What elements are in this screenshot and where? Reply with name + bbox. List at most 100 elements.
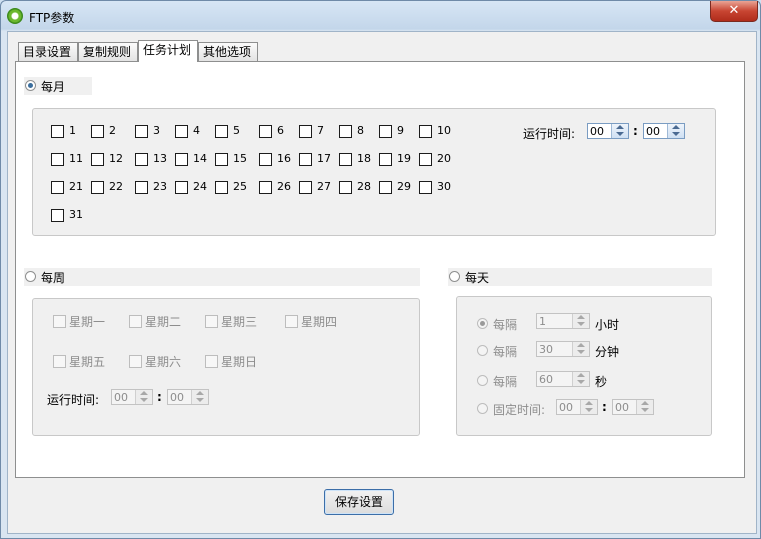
day-9-checkbox[interactable] (379, 125, 392, 138)
tab-directory-settings[interactable]: 目录设置 (18, 42, 78, 61)
day-16-checkbox[interactable] (259, 153, 272, 166)
day-21-label: 21 (69, 180, 83, 193)
daily-seconds-unit: 秒 (595, 375, 608, 389)
day-11-label: 11 (69, 152, 83, 165)
day-27-checkbox[interactable] (299, 181, 312, 194)
day-1-checkbox[interactable] (51, 125, 64, 138)
day-18-checkbox[interactable] (339, 153, 352, 166)
day-19-checkbox[interactable] (379, 153, 392, 166)
day-20-checkbox[interactable] (419, 153, 432, 166)
daily-seconds-arrows[interactable] (572, 372, 589, 386)
app-icon (7, 8, 23, 24)
day-2-checkbox[interactable] (91, 125, 104, 138)
day-18-label: 18 (357, 152, 371, 165)
monthly-group: 1 2 3 4 5 6 7 8 9 10 11 12 13 14 15 16 17 18 19 20 21 22 23 24 2… (32, 108, 716, 236)
weekday-1-checkbox[interactable] (53, 315, 66, 328)
daily-fixed-hour-value[interactable]: 00 (559, 401, 573, 414)
day-25-checkbox[interactable] (215, 181, 228, 194)
day-29-checkbox[interactable] (379, 181, 392, 194)
save-settings-button[interactable]: 保存设置 (324, 489, 394, 515)
weekly-minute-spinner[interactable]: 00 (167, 389, 209, 405)
weekday-7-checkbox[interactable] (205, 355, 218, 368)
tab-copy-rules[interactable]: 复制规则 (78, 42, 138, 61)
weekday-2-checkbox[interactable] (129, 315, 142, 328)
day-8-checkbox[interactable] (339, 125, 352, 138)
tab-task-schedule[interactable]: 任务计划 (138, 40, 198, 62)
weekly-hour-arrows[interactable] (135, 390, 152, 404)
day-4-label: 4 (193, 124, 200, 137)
weekday-6-checkbox[interactable] (129, 355, 142, 368)
day-12-checkbox[interactable] (91, 153, 104, 166)
weekly-header: 每周 (24, 268, 420, 286)
daily-radio[interactable] (449, 271, 460, 282)
weekly-hour-spinner[interactable]: 00 (111, 389, 153, 405)
title-bar[interactable]: FTP参数 ✕ (1, 1, 760, 31)
day-23-checkbox[interactable] (135, 181, 148, 194)
weekly-radio[interactable] (25, 271, 36, 282)
daily-every-seconds-radio[interactable] (477, 375, 488, 386)
weekday-5-label: 星期五 (69, 355, 106, 369)
day-16-label: 16 (277, 152, 291, 165)
weekday-5-checkbox[interactable] (53, 355, 66, 368)
close-button[interactable]: ✕ (710, 1, 758, 22)
daily-fixed-hour-spinner[interactable]: 00 (556, 399, 598, 415)
day-8-label: 8 (357, 124, 364, 137)
day-14-checkbox[interactable] (175, 153, 188, 166)
daily-every-minutes-radio[interactable] (477, 345, 488, 356)
weekday-4-checkbox[interactable] (285, 315, 298, 328)
monthly-run-time-label: 运行时间: (523, 127, 576, 141)
daily-fixed-hour-arrows[interactable] (580, 400, 597, 414)
daily-minutes-value[interactable]: 30 (539, 343, 553, 356)
day-26-checkbox[interactable] (259, 181, 272, 194)
day-21-checkbox[interactable] (51, 181, 64, 194)
weekly-minute-value[interactable]: 00 (170, 391, 184, 404)
monthly-hour-arrows[interactable] (611, 124, 628, 138)
weekly-hour-value[interactable]: 00 (114, 391, 128, 404)
weekday-3-checkbox[interactable] (205, 315, 218, 328)
monthly-hour-value[interactable]: 00 (590, 125, 604, 138)
monthly-hour-spinner[interactable]: 00 (587, 123, 629, 139)
daily-fixed-time-radio[interactable] (477, 403, 488, 414)
day-7-checkbox[interactable] (299, 125, 312, 138)
monthly-label: 每月 (41, 80, 66, 94)
day-13-checkbox[interactable] (135, 153, 148, 166)
day-17-checkbox[interactable] (299, 153, 312, 166)
day-31-checkbox[interactable] (51, 209, 64, 222)
day-3-checkbox[interactable] (135, 125, 148, 138)
day-10-checkbox[interactable] (419, 125, 432, 138)
daily-fixed-minute-arrows[interactable] (636, 400, 653, 414)
day-29-label: 29 (397, 180, 411, 193)
daily-every-minutes-label: 每隔 (493, 345, 518, 359)
monthly-minute-arrows[interactable] (667, 124, 684, 138)
daily-seconds-spinner[interactable]: 60 (536, 371, 590, 387)
day-4-checkbox[interactable] (175, 125, 188, 138)
weekly-time-colon: : (157, 390, 162, 404)
weekly-minute-arrows[interactable] (191, 390, 208, 404)
day-1-label: 1 (69, 124, 76, 137)
day-11-checkbox[interactable] (51, 153, 64, 166)
weekday-7-label: 星期日 (221, 355, 258, 369)
daily-hours-spinner[interactable]: 1 (536, 313, 590, 329)
tab-other-options[interactable]: 其他选项 (198, 42, 258, 61)
day-28-checkbox[interactable] (339, 181, 352, 194)
day-5-checkbox[interactable] (215, 125, 228, 138)
day-6-checkbox[interactable] (259, 125, 272, 138)
daily-hours-arrows[interactable] (572, 314, 589, 328)
daily-fixed-minute-spinner[interactable]: 00 (612, 399, 654, 415)
daily-minutes-arrows[interactable] (572, 342, 589, 356)
daily-every-hours-radio[interactable] (477, 318, 488, 329)
daily-hours-value[interactable]: 1 (539, 315, 546, 328)
day-15-checkbox[interactable] (215, 153, 228, 166)
weekly-label: 每周 (41, 271, 66, 285)
daily-minutes-spinner[interactable]: 30 (536, 341, 590, 357)
day-22-checkbox[interactable] (91, 181, 104, 194)
day-30-checkbox[interactable] (419, 181, 432, 194)
monthly-minute-value[interactable]: 00 (646, 125, 660, 138)
daily-seconds-value[interactable]: 60 (539, 373, 553, 386)
day-3-label: 3 (153, 124, 160, 137)
daily-fixed-minute-value[interactable]: 00 (615, 401, 629, 414)
day-24-checkbox[interactable] (175, 181, 188, 194)
monthly-radio[interactable] (25, 80, 36, 91)
day-17-label: 17 (317, 152, 331, 165)
monthly-minute-spinner[interactable]: 00 (643, 123, 685, 139)
